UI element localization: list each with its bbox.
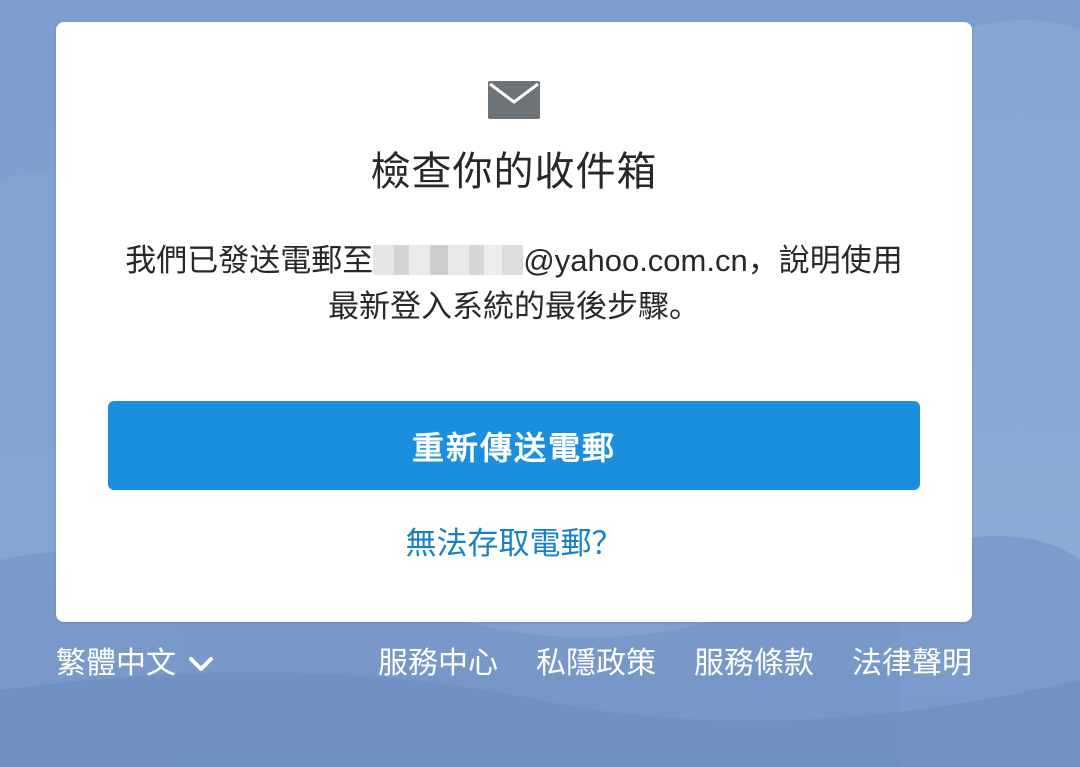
footer: 繁體中文 服務中心 私隱政策 服務條款 法律聲明 [56, 640, 972, 690]
email-domain: @yahoo.com.cn [523, 243, 748, 278]
verification-card: 檢查你的收件箱 我們已發送電郵至 @yahoo.com.cn，說明使用最新登入系統… [56, 22, 972, 622]
message-prefix: 我們已發送電郵至 [125, 243, 374, 279]
page-title: 檢查你的收件箱 [370, 149, 658, 195]
language-selector[interactable]: 繁體中文 [56, 640, 216, 688]
redacted-email-username [373, 245, 524, 275]
footer-link-legal[interactable]: 法律聲明 [852, 640, 972, 688]
footer-link-help-center[interactable]: 服務中心 [378, 640, 498, 688]
footer-link-terms[interactable]: 服務條款 [694, 640, 814, 688]
resend-email-button[interactable]: 重新傳送電郵 [108, 401, 920, 490]
footer-link-privacy-policy[interactable]: 私隱政策 [536, 640, 656, 688]
cannot-access-email-link[interactable]: 無法存取電郵？ [56, 520, 972, 568]
mail-icon [488, 81, 540, 119]
instruction-message: 我們已發送電郵至 @yahoo.com.cn，說明使用最新登入系統的最後步驟。 [116, 238, 912, 330]
language-label: 繁體中文 [56, 646, 176, 681]
footer-links: 服務中心 私隱政策 服務條款 法律聲明 [378, 640, 972, 688]
chevron-down-icon [189, 657, 213, 671]
